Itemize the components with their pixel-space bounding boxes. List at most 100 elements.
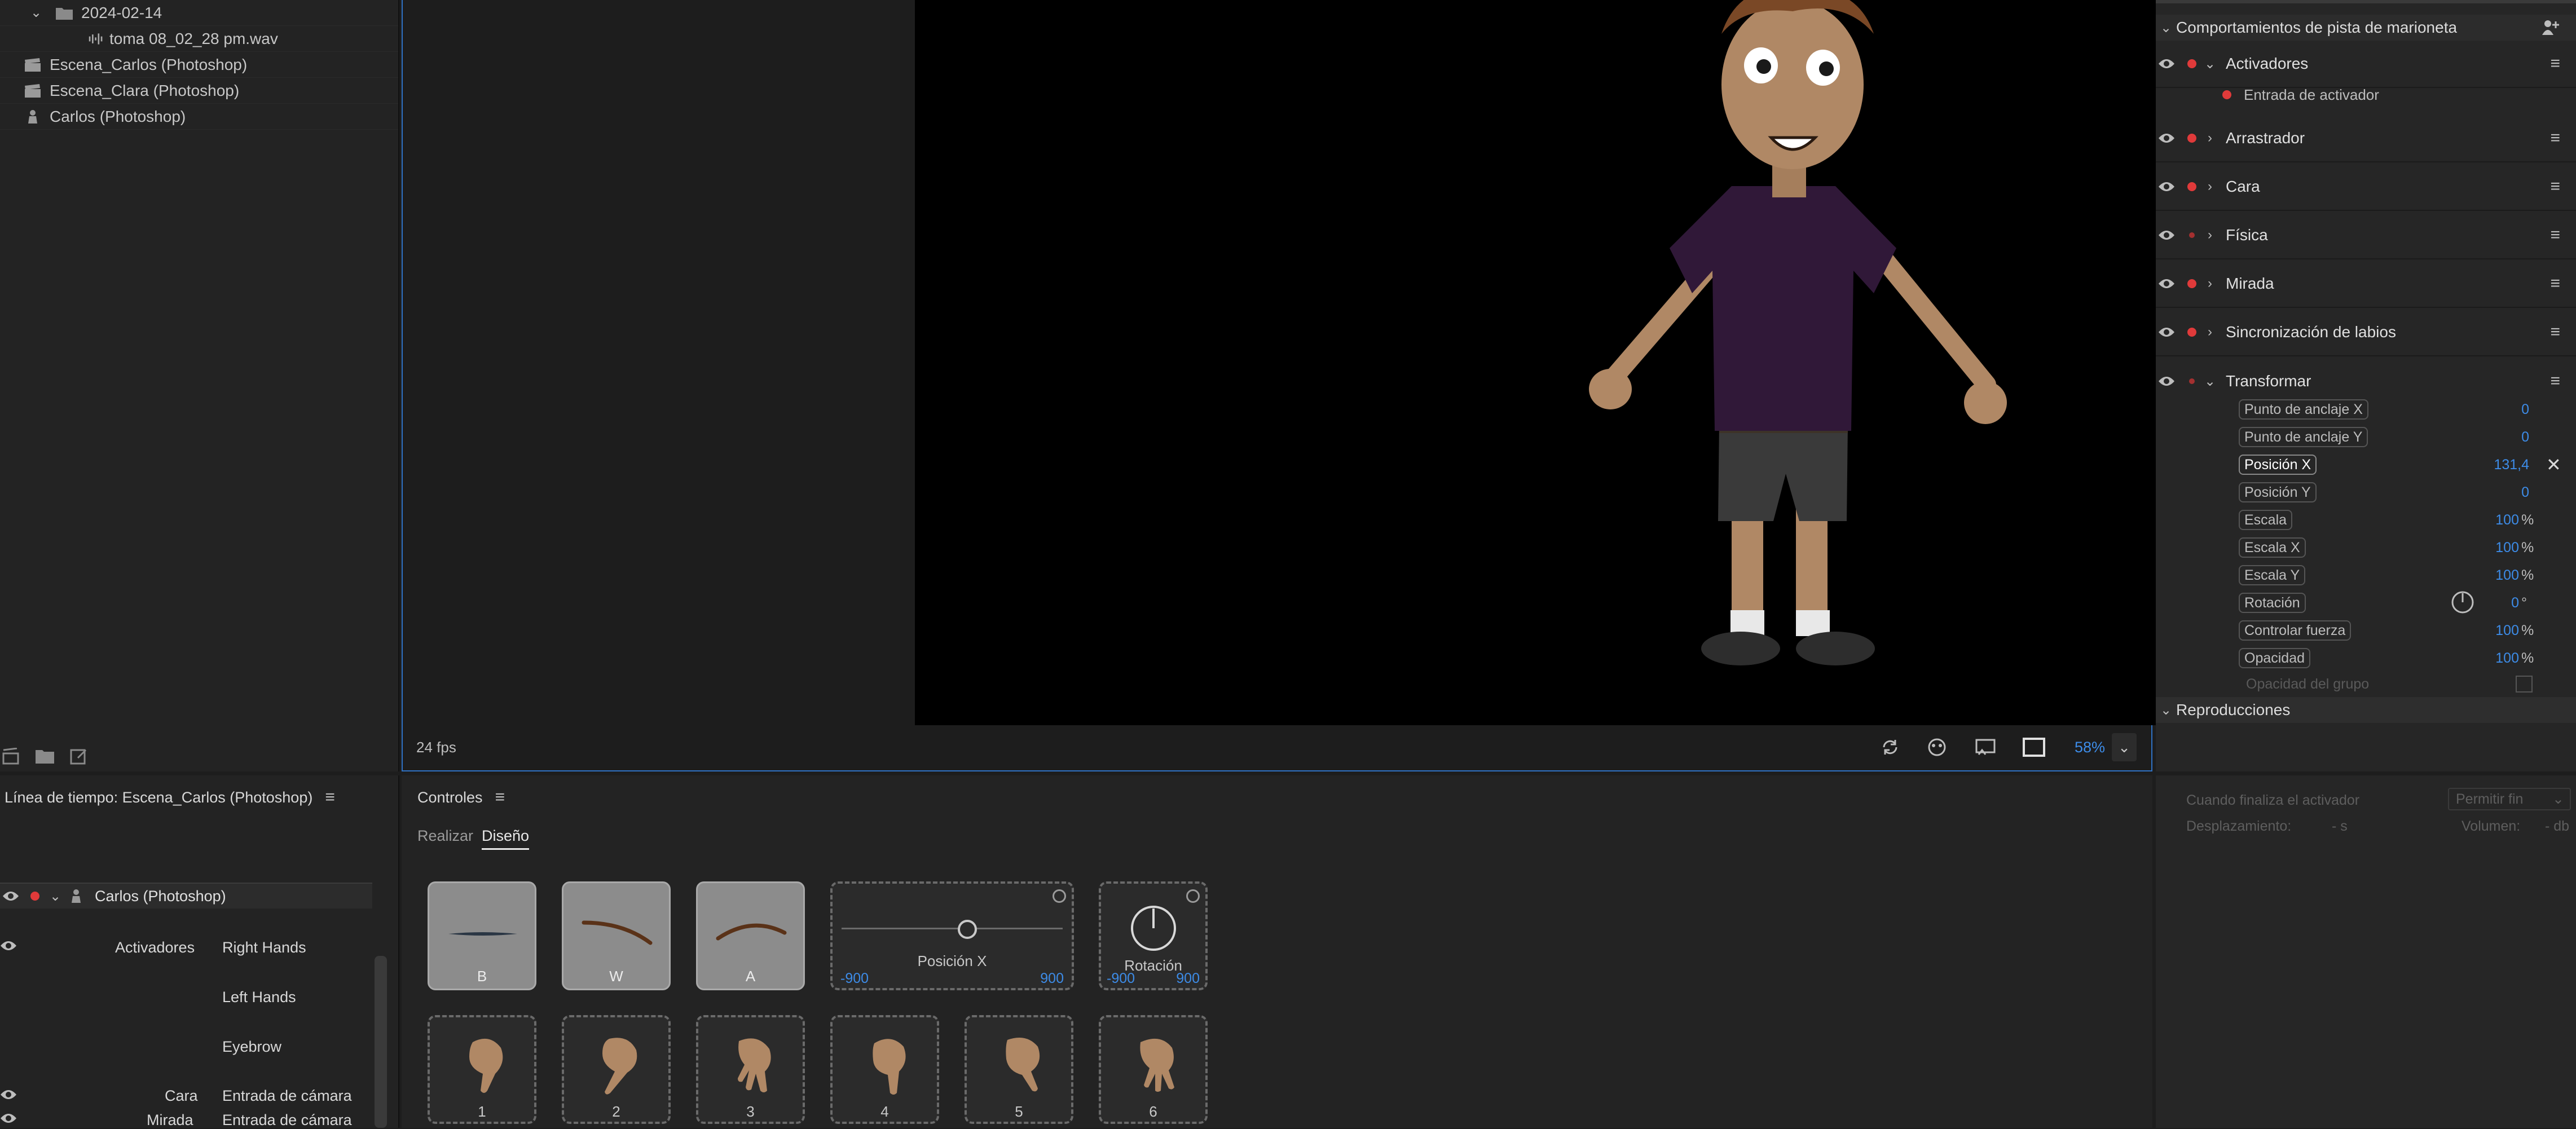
visibility-eye-icon[interactable] — [2156, 131, 2177, 145]
behavior-cara[interactable]: › Cara ≡ — [2156, 164, 2576, 211]
param-value[interactable]: 0 — [2482, 399, 2529, 420]
param-value[interactable]: 0 — [2482, 482, 2529, 502]
param-position-y[interactable]: Posición Y — [2239, 482, 2317, 502]
knob-tile-rotation[interactable]: Rotación -900 900 — [1099, 881, 1208, 990]
param-scale-x[interactable]: Escala X — [2239, 537, 2306, 558]
menu-icon[interactable]: ≡ — [325, 788, 335, 807]
behavior-transformar[interactable]: ⌄ Transformar ≡ — [2156, 358, 2576, 405]
menu-icon[interactable]: ≡ — [2550, 54, 2560, 73]
visibility-eye-icon[interactable] — [2156, 228, 2177, 242]
cast-icon[interactable] — [1974, 738, 1997, 757]
hand-tile-6[interactable]: 6 — [1099, 1015, 1208, 1124]
volume-value[interactable]: - db — [2545, 818, 2569, 835]
behavior-fisica[interactable]: › Física ≡ — [2156, 212, 2576, 259]
offset-value[interactable]: - s — [2332, 818, 2348, 835]
tab-realizar[interactable]: Realizar — [417, 827, 473, 845]
group-opacity-checkbox[interactable] — [2516, 676, 2533, 693]
slider-tile-position-x[interactable]: Posición X -900 900 — [830, 881, 1074, 990]
param-value[interactable]: 100 — [2482, 565, 2519, 585]
visibility-eye-icon[interactable] — [2156, 374, 2177, 388]
chevron-down-icon[interactable]: ⌄ — [47, 888, 63, 905]
rotation-knob-icon[interactable] — [1129, 904, 1178, 952]
slider-track[interactable] — [842, 928, 1063, 929]
new-folder-icon[interactable] — [35, 748, 55, 765]
menu-icon[interactable]: ≡ — [495, 788, 505, 807]
param-anchor-x[interactable]: Punto de anclaje X — [2239, 399, 2368, 420]
record-toggle-icon[interactable] — [1186, 889, 1200, 903]
param-value[interactable]: 131,4 — [2482, 455, 2529, 475]
param-anchor-y[interactable]: Punto de anclaje Y — [2239, 427, 2368, 447]
chevron-right-icon[interactable]: › — [2202, 276, 2218, 292]
param-value[interactable]: 100 — [2482, 648, 2519, 668]
chevron-down-icon[interactable]: ⌄ — [2156, 702, 2176, 718]
behavior-mirada[interactable]: › Mirada ≡ — [2156, 261, 2576, 308]
behavior-activadores[interactable]: ⌄ Activadores ≡ — [2156, 41, 2576, 88]
record-dot-icon[interactable] — [2187, 328, 2196, 337]
track-value[interactable]: Right Hands — [222, 939, 306, 956]
puppet-behaviors-header[interactable]: ⌄ Comportamientos de pista de marioneta — [2156, 15, 2576, 41]
slider-thumb[interactable] — [958, 920, 977, 939]
chevron-right-icon[interactable]: › — [2202, 324, 2218, 340]
hand-tile-5[interactable]: 5 — [965, 1015, 1073, 1124]
visibility-eye-icon[interactable] — [0, 889, 21, 903]
project-item-folder[interactable]: ⌄ 2024-02-14 — [0, 0, 398, 26]
tab-diseno[interactable]: Diseño — [482, 827, 530, 850]
visibility-eye-icon[interactable] — [2156, 277, 2177, 290]
edit-icon[interactable] — [70, 748, 88, 765]
project-item-audio[interactable]: toma 08_02_28 pm.wav — [0, 26, 398, 52]
chevron-down-icon[interactable]: ⌄ — [2202, 56, 2218, 72]
param-value[interactable]: 100 — [2482, 510, 2519, 530]
record-dot-icon[interactable] — [2189, 232, 2195, 238]
puppet-face-icon[interactable] — [1926, 738, 1948, 757]
menu-icon[interactable]: ≡ — [2550, 129, 2560, 148]
param-value[interactable]: 100 — [2482, 537, 2519, 558]
track-value[interactable]: Entrada de cámara — [222, 1087, 352, 1105]
param-position-x[interactable]: Posición X — [2239, 455, 2317, 475]
record-dot-icon[interactable] — [2222, 90, 2231, 99]
chevron-down-icon[interactable]: ⌄ — [28, 5, 44, 21]
project-item-scene[interactable]: Escena_Clara (Photoshop) — [0, 78, 398, 104]
record-toggle-icon[interactable] — [1053, 889, 1066, 903]
frame-icon[interactable] — [2023, 738, 2045, 757]
param-value[interactable]: 0 — [2482, 593, 2519, 613]
trigger-end-dropdown[interactable]: Permitir fin ⌄ — [2448, 788, 2571, 810]
menu-icon[interactable]: ≡ — [2550, 226, 2560, 245]
zoom-level[interactable]: 58% — [2075, 733, 2105, 761]
visibility-eye-icon[interactable] — [0, 940, 21, 954]
param-opacity[interactable]: Opacidad — [2239, 648, 2311, 668]
trigger-tile-a[interactable]: A — [696, 881, 805, 990]
project-item-puppet[interactable]: Carlos (Photoshop) — [0, 104, 398, 130]
project-item-scene[interactable]: Escena_Carlos (Photoshop) — [0, 52, 398, 78]
param-scale[interactable]: Escala — [2239, 510, 2293, 530]
menu-icon[interactable]: ≡ — [2550, 274, 2560, 293]
replays-header[interactable]: ⌄ Reproducciones — [2156, 697, 2576, 723]
chevron-right-icon[interactable]: › — [2202, 130, 2218, 146]
record-dot-icon[interactable] — [2187, 279, 2196, 288]
param-scale-y[interactable]: Escala Y — [2239, 565, 2306, 585]
track-value[interactable]: Left Hands — [222, 989, 296, 1006]
menu-icon[interactable]: ≡ — [2550, 323, 2560, 342]
chevron-right-icon[interactable]: › — [2202, 227, 2218, 243]
trigger-input-row[interactable]: Entrada de activador — [2222, 85, 2379, 105]
timeline-scrollbar[interactable] — [375, 956, 387, 1128]
close-icon[interactable]: ✕ — [2546, 455, 2561, 475]
record-dot-icon[interactable] — [30, 892, 39, 901]
timeline-puppet-row[interactable]: ⌄ Carlos (Photoshop) — [0, 883, 372, 909]
record-dot-icon[interactable] — [2187, 134, 2196, 143]
visibility-eye-icon[interactable] — [0, 1113, 21, 1126]
record-dot-icon[interactable] — [2187, 182, 2196, 191]
param-value[interactable]: 0 — [2482, 427, 2529, 447]
zoom-dropdown-icon[interactable]: ⌄ — [2112, 733, 2137, 761]
hand-tile-1[interactable]: 1 — [428, 1015, 536, 1124]
visibility-eye-icon[interactable] — [2156, 325, 2177, 339]
chevron-down-icon[interactable]: ⌄ — [2202, 373, 2218, 390]
hand-tile-3[interactable]: 3 — [696, 1015, 805, 1124]
hand-tile-4[interactable]: 4 — [830, 1015, 939, 1124]
behavior-arrastrador[interactable]: › Arrastrador ≡ — [2156, 115, 2576, 162]
refresh-icon[interactable] — [1881, 738, 1900, 757]
behavior-sincronizacion-labios[interactable]: › Sincronización de labios ≡ — [2156, 309, 2576, 356]
chevron-right-icon[interactable]: › — [2202, 179, 2218, 195]
new-scene-icon[interactable] — [2, 748, 20, 765]
record-dot-icon[interactable] — [2187, 59, 2196, 68]
record-dot-icon[interactable] — [2189, 378, 2195, 384]
